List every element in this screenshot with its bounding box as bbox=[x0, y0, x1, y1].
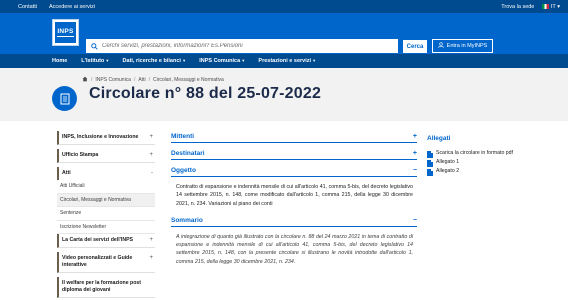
attachment-label: Scarica la circolare in formato pdf bbox=[436, 150, 513, 156]
nav-comunica-label: INPS Comunica bbox=[199, 58, 241, 64]
sidebar-item-label: La Carta dei servizi dell'INPS bbox=[62, 237, 134, 243]
breadcrumb-separator: / bbox=[148, 77, 150, 83]
expand-icon: + bbox=[412, 150, 417, 157]
collapse-icon: − bbox=[412, 167, 417, 174]
breadcrumb-item[interactable]: INPS Comunica bbox=[95, 77, 131, 83]
sidebar-item-label: Il welfare per la formazione post diplom… bbox=[62, 280, 141, 293]
expand-icon: + bbox=[149, 152, 153, 158]
sidebar-item-carta-servizi[interactable]: La Carta dei servizi dell'INPS + bbox=[57, 234, 155, 248]
user-icon bbox=[437, 42, 444, 50]
breadcrumb-separator: / bbox=[133, 77, 136, 83]
nav-home-label: Home bbox=[52, 58, 68, 64]
attachment-pdf[interactable]: Scarica la circolare in formato pdf bbox=[427, 150, 517, 158]
nav-dati[interactable]: Dati, ricerche e bilanci ▾ bbox=[123, 58, 186, 64]
sidebar: INPS, Inclusione e Innovazione + Ufficio… bbox=[57, 131, 155, 298]
site-header: INPS Cerca Entra in MyINPS bbox=[0, 13, 568, 54]
accordion-sommario[interactable]: Sommario − bbox=[171, 210, 417, 227]
chevron-down-icon: ▾ bbox=[182, 58, 186, 63]
accordion-label: Oggetto bbox=[171, 167, 196, 174]
find-office-link[interactable]: Trova la sede bbox=[501, 4, 534, 10]
language-label: IT bbox=[550, 3, 556, 10]
file-icon bbox=[427, 151, 433, 158]
expand-icon: + bbox=[149, 255, 153, 261]
expand-icon: + bbox=[149, 134, 153, 140]
sidebar-item-welfare-formazione[interactable]: Il welfare per la formazione post diplom… bbox=[57, 277, 155, 298]
utility-right: Trova la sede IT ▾ bbox=[501, 4, 560, 10]
sidebar-item-inclusione[interactable]: INPS, Inclusione e Innovazione + bbox=[57, 131, 155, 145]
sidebar-item-label: Atti bbox=[62, 170, 71, 176]
nav-istituto-label: L'Istituto bbox=[81, 58, 105, 64]
logo-text: INPS bbox=[57, 28, 74, 35]
oggetto-text: Contratto di espansione e indennità mens… bbox=[176, 184, 413, 207]
login-label: Entra in MyINPS bbox=[446, 43, 488, 49]
nav-home[interactable]: Home bbox=[52, 58, 67, 64]
sidebar-subitem-circolari[interactable]: Circolari, Messaggi e Normativa bbox=[57, 193, 155, 207]
title-band: / INPS Comunica / Atti / Circolari, Mess… bbox=[0, 68, 568, 121]
nav-istituto[interactable]: L'Istituto ▾ bbox=[81, 58, 108, 64]
accordion-oggetto[interactable]: Oggetto − bbox=[171, 160, 417, 177]
home-icon[interactable] bbox=[82, 76, 88, 84]
accordion-destinatari[interactable]: Destinatari + bbox=[171, 143, 417, 160]
nav-prestazioni[interactable]: Prestazioni e servizi ▾ bbox=[258, 58, 315, 64]
breadcrumb-item[interactable]: Circolari, Messaggi e Normativa bbox=[153, 77, 224, 83]
page-title: Circolare n° 88 del 25-07-2022 bbox=[89, 85, 322, 102]
expand-icon: + bbox=[149, 237, 153, 243]
attachments-header: Allegati bbox=[427, 135, 451, 142]
sidebar-item-label: Ufficio Stampa bbox=[62, 152, 99, 158]
logo-rule bbox=[57, 36, 74, 37]
chevron-down-icon: ▾ bbox=[557, 3, 560, 10]
chevron-down-icon: ▾ bbox=[242, 58, 245, 63]
sidebar-subitem-sentenze[interactable]: Sentenze bbox=[57, 207, 155, 221]
accordion-mittenti[interactable]: Mittenti + bbox=[171, 131, 417, 143]
file-icon bbox=[427, 169, 433, 176]
accordion-label: Sommario bbox=[171, 216, 203, 224]
sidebar-item-ufficio-stampa[interactable]: Ufficio Stampa + bbox=[57, 149, 155, 163]
main-content: Mittenti + Destinatari + Oggetto − Contr… bbox=[171, 131, 417, 268]
sommario-text: A integrazione di quanto già illustrato … bbox=[176, 233, 413, 265]
utility-links: Contatti Accedere ai servizi bbox=[18, 4, 95, 10]
chevron-down-icon: ▾ bbox=[313, 58, 316, 63]
access-services-link[interactable]: Accedere ai servizi bbox=[49, 4, 95, 10]
search-input[interactable] bbox=[100, 43, 380, 49]
italy-flag-icon bbox=[542, 3, 550, 9]
myinps-login-button[interactable]: Entra in MyINPS bbox=[432, 39, 493, 53]
nav-comunica[interactable]: INPS Comunica ▾ bbox=[199, 58, 244, 64]
accordion-label: Destinatari bbox=[171, 150, 205, 157]
collapse-icon: − bbox=[412, 216, 417, 224]
file-icon bbox=[427, 160, 433, 167]
search-icon bbox=[88, 40, 100, 52]
main-nav: Home L'Istituto ▾ Dati, ricerche e bilanc… bbox=[0, 54, 568, 68]
attachments-panel: Allegati Scarica la circolare in formato… bbox=[427, 135, 517, 177]
search-box bbox=[86, 39, 398, 53]
nav-dati-label: Dati, ricerche e bilanci bbox=[122, 58, 181, 64]
document-icon bbox=[52, 86, 77, 111]
attachment-label: Allegato 1 bbox=[436, 159, 460, 165]
accordion-label: Mittenti bbox=[171, 133, 195, 140]
collapse-icon: - bbox=[151, 170, 153, 176]
sidebar-item-label: Video personalizzati e Guide interattive bbox=[62, 255, 133, 268]
sidebar-subitem-newsletter[interactable]: Iscrizione Newsletter bbox=[57, 221, 155, 234]
sidebar-item-atti[interactable]: Atti - bbox=[57, 167, 155, 180]
breadcrumb-item[interactable]: Atti bbox=[138, 77, 145, 83]
search-button[interactable]: Cerca bbox=[403, 40, 427, 53]
chevron-down-icon: ▾ bbox=[106, 58, 109, 63]
nav-prestazioni-label: Prestazioni e servizi bbox=[258, 58, 312, 64]
attachment-label: Allegato 2 bbox=[436, 168, 460, 174]
contacts-link[interactable]: Contatti bbox=[18, 4, 37, 10]
breadcrumb-separator: / bbox=[91, 77, 93, 83]
sidebar-subitem-atti-ufficiali[interactable]: Atti Ufficiali bbox=[57, 180, 155, 194]
inps-logo[interactable]: INPS bbox=[52, 19, 79, 46]
attachment-1[interactable]: Allegato 1 bbox=[427, 159, 517, 167]
breadcrumb: / INPS Comunica / Atti / Circolari, Mess… bbox=[82, 76, 224, 84]
sidebar-item-label: INPS, Inclusione e Innovazione bbox=[62, 134, 139, 140]
language-selector[interactable]: IT ▾ bbox=[542, 4, 560, 10]
expand-icon: + bbox=[412, 133, 417, 140]
utility-bar: Contatti Accedere ai servizi Trova la se… bbox=[0, 0, 568, 13]
sidebar-item-video-guide[interactable]: Video personalizzati e Guide interattive… bbox=[57, 252, 155, 273]
attachment-2[interactable]: Allegato 2 bbox=[427, 168, 517, 176]
